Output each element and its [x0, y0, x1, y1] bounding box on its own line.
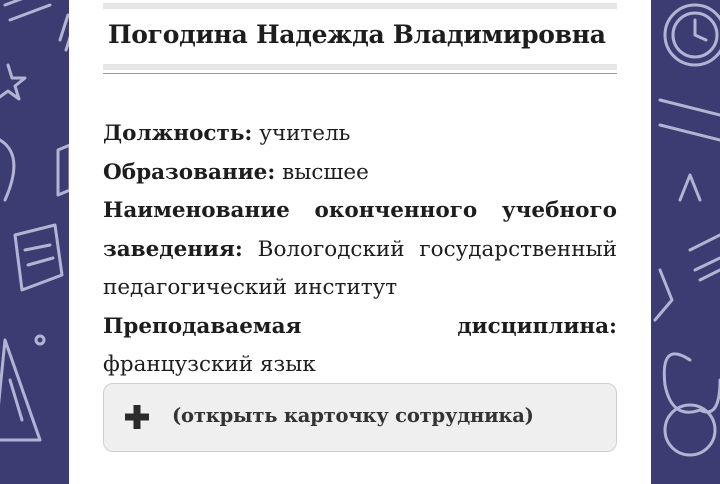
open-employee-card-label: (открыть карточку сотрудника) — [172, 404, 534, 427]
subject-label: Преподаваемая дисциплина: — [103, 313, 617, 339]
employee-info: Должность: учитель Образование: высшее Н… — [103, 115, 617, 385]
open-employee-card-button[interactable]: (открыть карточку сотрудника) — [103, 383, 617, 452]
ruler-doodle — [3, 0, 52, 22]
employee-card: Погодина Надежда Владимировна Должность:… — [69, 0, 651, 484]
education-value: высшее — [282, 159, 369, 185]
position-value: учитель — [259, 121, 351, 146]
subject-value: французский язык — [103, 352, 316, 377]
triangle-doodle — [0, 338, 42, 442]
plus-icon — [125, 405, 149, 429]
title-top-border — [103, 3, 617, 9]
subject-row: Преподаваемая дисциплина: французский яз… — [103, 308, 617, 385]
title-bottom-border — [103, 64, 617, 70]
apple-doodle — [662, 352, 720, 414]
position-label: Должность: — [103, 121, 253, 146]
paper-doodle — [13, 223, 64, 292]
position-row: Должность: учитель — [103, 115, 617, 154]
title-divider — [103, 73, 617, 74]
education-label: Образование: — [103, 159, 276, 185]
ruler-right-doodle — [688, 233, 720, 282]
education-row: Образование: высшее — [103, 154, 617, 193]
flask-doodle — [653, 268, 674, 322]
employee-name: Погодина Надежда Владимировна — [108, 20, 606, 49]
book-doodle — [658, 98, 720, 142]
institution-row: Наименование оконченного учебного заведе… — [103, 192, 617, 308]
arc-doodle — [0, 138, 16, 202]
dot-doodle — [34, 334, 46, 346]
star-doodle — [0, 63, 27, 101]
